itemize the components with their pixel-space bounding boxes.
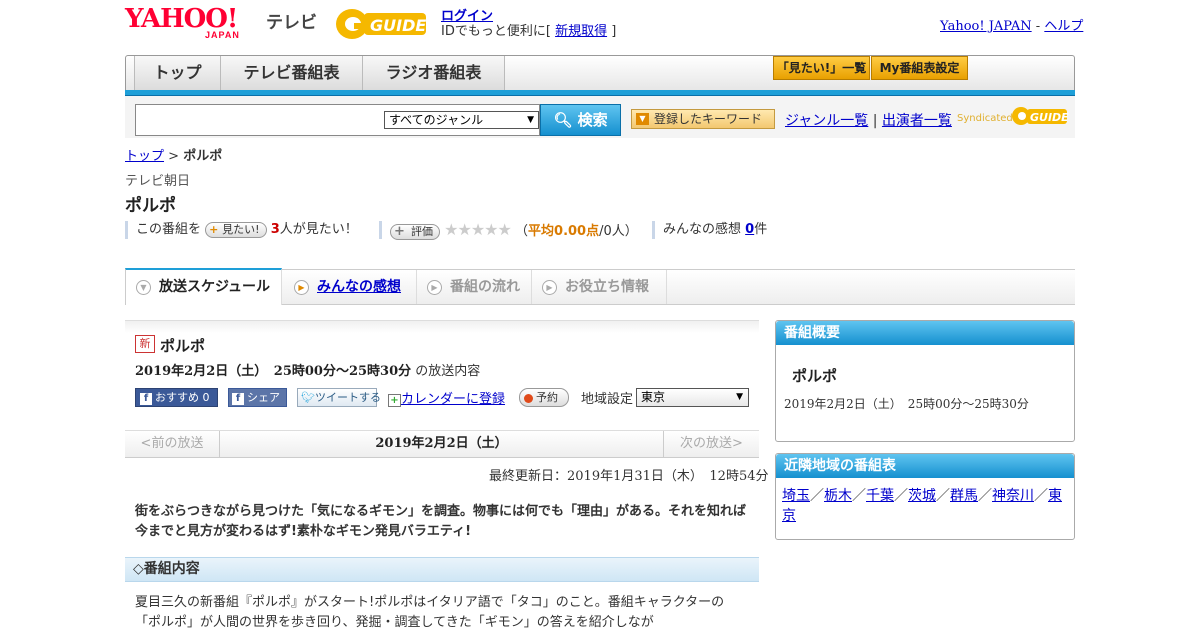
overview-heading: 番組概要 <box>776 321 1074 345</box>
login-sub: IDでもっと便利に[ 新規取得 ] <box>441 24 617 39</box>
facebook-recommend-button[interactable]: f おすすめ 0 <box>135 388 218 407</box>
svg-text:GUIDE: GUIDE <box>1030 111 1069 124</box>
plus-icon: + <box>394 223 405 239</box>
breadcrumb-current: ポルポ <box>183 149 223 164</box>
gguide-logo[interactable]: GUIDE <box>334 7 434 41</box>
mitai-list-button[interactable]: 「見たい!」一覧 <box>773 56 870 80</box>
nearby-link-tochigi[interactable]: 栃木 <box>824 488 852 504</box>
star-rating: ★★★★★ <box>444 220 512 239</box>
breadcrumb: トップ > ポルポ <box>125 149 223 164</box>
tab-impressions[interactable]: ▶ みんなの感想 <box>282 270 417 304</box>
nav-tab-tv[interactable]: テレビ番組表 <box>221 56 363 90</box>
nearby-link-kanagawa[interactable]: 神奈川 <box>992 488 1034 504</box>
calendar-plus-icon: + <box>388 394 401 407</box>
overview-title: ポルポ <box>792 367 838 385</box>
facebook-share-button[interactable]: f シェア <box>228 388 287 407</box>
nav-tab-top[interactable]: トップ <box>134 56 221 90</box>
nearby-link-ibaraki[interactable]: 茨城 <box>908 488 936 504</box>
broadcast-pager: <前の放送 2019年2月2日（土） 次の放送> <box>125 430 759 458</box>
plus-icon: + <box>209 222 219 236</box>
chevron-right-icon: ▶ <box>427 279 442 295</box>
tab-flow[interactable]: ▶ 番組の流れ <box>417 270 532 304</box>
nearby-link-saitama[interactable]: 埼玉 <box>782 488 810 504</box>
prev-broadcast-link[interactable]: <前の放送 <box>125 431 220 457</box>
program-content-text: 夏目三久の新番組『ポルポ』がスタート!ポルポはイタリア語で「タコ」のこと。番組キ… <box>135 595 725 630</box>
facebook-icon: f <box>232 393 244 405</box>
calendar-link[interactable]: + カレンダーに登録 <box>388 388 505 407</box>
help-link[interactable]: ヘルプ <box>1044 19 1083 34</box>
top-right-links: Yahoo! JAPAN - ヘルプ <box>940 19 1084 34</box>
yahoo-japan-logo[interactable]: YAHOO! JAPAN <box>125 6 263 42</box>
record-dot-icon <box>524 393 533 403</box>
overview-datetime: 2019年2月2日（土） 25時00分～25時30分 <box>784 397 1029 411</box>
broadcast-datetime: 2019年2月2日（土） 25時00分～25時30分 の放送内容 <box>135 364 481 379</box>
gguide-logo-icon: GUIDE <box>336 9 426 39</box>
yahoo-logo-sub: JAPAN <box>205 30 240 40</box>
program-tabs: ▼ 放送スケジュール ▶ みんなの感想 ▶ 番組の流れ ▶ お役立ち情報 <box>125 268 1075 305</box>
new-badge: 新 <box>135 335 155 353</box>
impressions-count-link[interactable]: 0 <box>745 222 754 237</box>
svg-text:Syndicated: Syndicated <box>957 113 1013 124</box>
chevron-down-icon: ▼ <box>636 113 649 125</box>
genre-list-link[interactable]: ジャンル一覧 <box>785 113 868 129</box>
svg-text:GUIDE: GUIDE <box>370 16 426 35</box>
nearby-link-gunma[interactable]: 群馬 <box>950 488 978 504</box>
region-select[interactable]: 東京 ▼ <box>636 388 749 407</box>
mitai-stat: この番組を + 見たい! 3人が見たい！ <box>125 221 358 239</box>
region-label: 地域設定 <box>581 392 634 407</box>
broadcast-title: ポルポ <box>160 337 206 355</box>
nav-tab-radio[interactable]: ラジオ番組表 <box>363 56 505 90</box>
tv-label: テレビ <box>266 13 317 33</box>
tab-info[interactable]: ▶ お役立ち情報 <box>532 270 667 304</box>
facebook-icon: f <box>140 393 152 405</box>
signup-link[interactable]: 新規取得 <box>555 24 607 39</box>
mitai-button[interactable]: + 見たい! <box>205 221 267 238</box>
chevron-down-icon: ▼ <box>136 279 151 295</box>
rating-stat: + 評価 ★★★★★ （平均0.00点/0人） <box>379 220 638 240</box>
station-name: テレビ朝日 <box>125 174 191 189</box>
dropdown-arrow-icon: ▼ <box>527 115 534 125</box>
genre-select[interactable]: すべてのジャンル ▼ <box>384 111 539 129</box>
nearby-heading: 近隣地域の番組表 <box>776 454 1074 478</box>
page-title: ポルポ <box>125 196 176 216</box>
impressions-stat: みんなの感想 0件 <box>652 221 767 239</box>
overview-panel: 番組概要 ポルポ 2019年2月2日（土） 25時00分～25時30分 <box>775 320 1075 442</box>
chevron-right-icon: ▶ <box>542 279 557 295</box>
tweet-button[interactable]: 🐦︎ツイートする <box>297 388 381 407</box>
search-icon: 🔍︎ <box>553 111 573 129</box>
section-heading: ◇番組内容 <box>125 557 759 582</box>
last-updated: 最終更新日：2019年1月31日（木） 12時54分 <box>489 469 769 484</box>
current-broadcast-date: 2019年2月2日（土） <box>375 436 508 451</box>
chevron-right-icon: ▶ <box>294 279 309 295</box>
program-description: 街をぶらつきながら見つけた「気になるギモン」を調査。物事には何でも「理由」がある… <box>135 504 747 539</box>
syndicated-gguide-logo: Syndicated GUIDE <box>957 104 1069 128</box>
list-links: ジャンル一覧 | 出演者一覧 <box>785 113 952 129</box>
performer-list-link[interactable]: 出演者一覧 <box>882 113 952 129</box>
my-bangumi-button[interactable]: My番組表設定 <box>871 56 968 80</box>
nearby-list: 埼玉／栃木／千葉／茨城／群馬／神奈川／東京 <box>782 488 1062 524</box>
keyword-button[interactable]: ▼ 登録したキーワード <box>631 109 775 129</box>
search-button[interactable]: 🔍︎ 検索 <box>540 104 621 136</box>
tab-schedule[interactable]: ▼ 放送スケジュール <box>125 268 282 305</box>
nearby-link-chiba[interactable]: 千葉 <box>866 488 894 504</box>
breadcrumb-top-link[interactable]: トップ <box>125 149 164 164</box>
reserve-button[interactable]: 予約 <box>519 388 569 407</box>
rating-button[interactable]: + 評価 <box>390 223 440 240</box>
nearby-panel: 近隣地域の番組表 埼玉／栃木／千葉／茨城／群馬／神奈川／東京 <box>775 453 1075 540</box>
next-broadcast-link[interactable]: 次の放送> <box>663 431 759 457</box>
dropdown-arrow-icon: ▼ <box>736 392 743 402</box>
twitter-bird-icon: 🐦︎ <box>301 391 315 404</box>
yahoo-japan-link[interactable]: Yahoo! JAPAN <box>940 19 1032 34</box>
